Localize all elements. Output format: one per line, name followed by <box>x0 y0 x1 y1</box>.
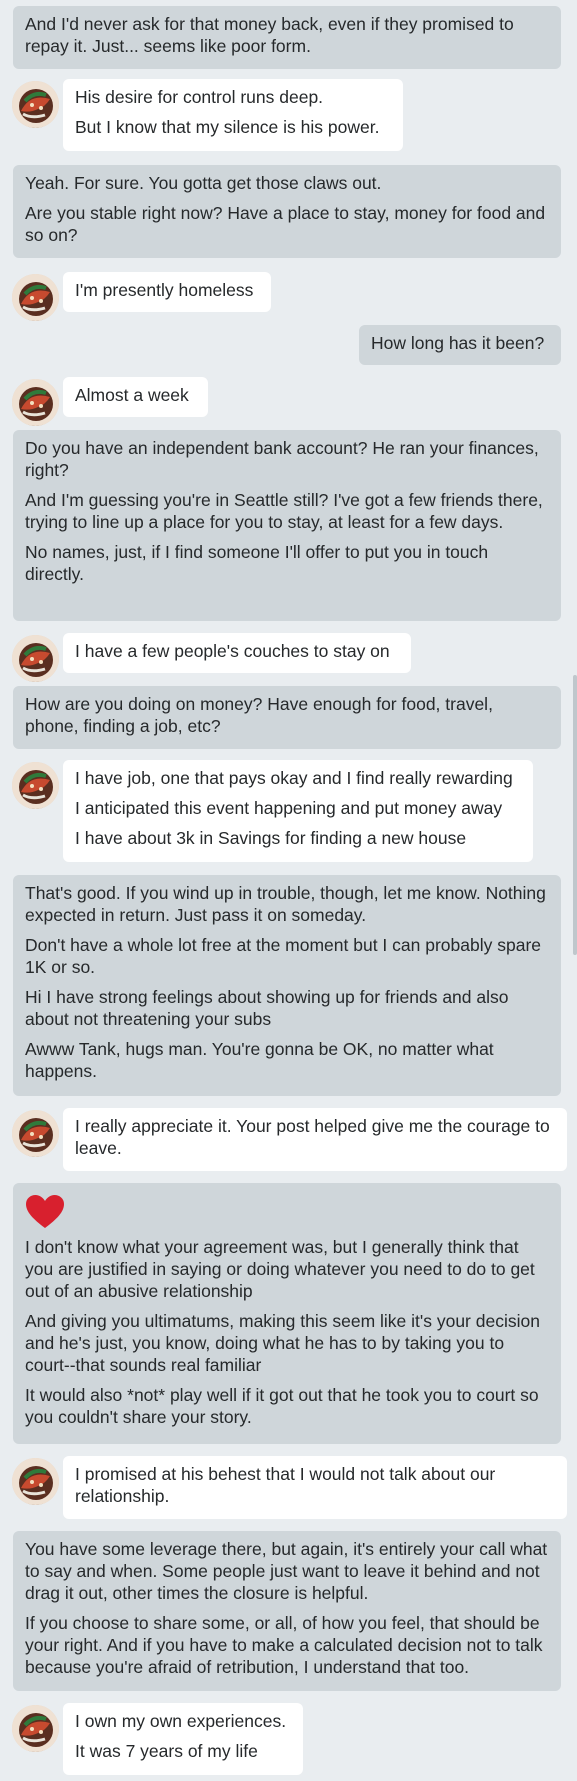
message-text: And giving you ultimatums, making this s… <box>25 1311 540 1375</box>
avatar[interactable] <box>12 635 59 682</box>
avatar[interactable] <box>12 274 59 321</box>
message-text: I have about 3k in Savings for finding a… <box>75 828 467 848</box>
avatar[interactable] <box>12 379 59 426</box>
message-text: I really appreciate it. Your post helped… <box>75 1116 550 1158</box>
message-text: I have a few people's couches to stay on <box>75 641 390 661</box>
message-text: If you choose to share some, or all, of … <box>25 1613 543 1677</box>
message-text: It would also *not* play well if it got … <box>25 1385 539 1427</box>
received-message: Almost a week <box>0 377 577 426</box>
message-text: You have some leverage there, but again,… <box>25 1539 548 1603</box>
sent-message: I don't know what your agreement was, bu… <box>0 1183 577 1444</box>
message-bubble: And I'd never ask for that money back, e… <box>13 6 561 69</box>
message-text: Do you have an independent bank account?… <box>25 438 539 480</box>
avatar[interactable] <box>12 81 59 128</box>
message-bubble: How long has it been? <box>359 325 561 365</box>
message-bubble: You have some leverage there, but again,… <box>13 1531 561 1691</box>
avatar[interactable] <box>12 1705 59 1752</box>
message-text: And I'm guessing you're in Seattle still… <box>25 490 543 532</box>
message-bubble: Almost a week <box>63 377 208 417</box>
message-text: Yeah. For sure. You gotta get those claw… <box>25 173 382 193</box>
message-text: How long has it been? <box>371 333 545 353</box>
message-text: I don't know what your agreement was, bu… <box>25 1237 535 1301</box>
message-text: Are you stable right now? Have a place t… <box>25 203 546 245</box>
scrollbar[interactable] <box>572 0 577 1781</box>
message-text: Awww Tank, hugs man. You're gonna be OK,… <box>25 1039 494 1081</box>
message-text: Almost a week <box>75 385 189 405</box>
message-bubble: I'm presently homeless <box>63 272 271 312</box>
message-bubble: I have a few people's couches to stay on <box>63 633 411 673</box>
message-bubble: That's good. If you wind up in trouble, … <box>13 875 561 1096</box>
received-message: I have job, one that pays okay and I fin… <box>0 760 577 862</box>
message-text: I promised at his behest that I would no… <box>75 1464 496 1506</box>
sent-message: And I'd never ask for that money back, e… <box>0 6 577 69</box>
message-text: No names, just, if I find someone I'll o… <box>25 542 489 584</box>
message-text: Don't have a whole lot free at the momen… <box>25 935 542 977</box>
received-message: I have a few people's couches to stay on <box>0 633 577 682</box>
sent-message: How are you doing on money? Have enough … <box>0 686 577 749</box>
scrollbar-thumb[interactable] <box>573 675 577 955</box>
sent-message: You have some leverage there, but again,… <box>0 1531 577 1691</box>
message-bubble: I have job, one that pays okay and I fin… <box>63 760 533 862</box>
avatar[interactable] <box>12 762 59 809</box>
message-text: Hi I have strong feelings about showing … <box>25 987 509 1029</box>
message-text: I own my own experiences. <box>75 1711 287 1731</box>
message-bubble: I really appreciate it. Your post helped… <box>63 1108 567 1171</box>
message-text: It was 7 years of my life <box>75 1741 258 1761</box>
received-message: I'm presently homeless <box>0 272 577 321</box>
avatar[interactable] <box>12 1110 59 1157</box>
message-text: His desire for control runs deep. <box>75 87 324 107</box>
message-text: That's good. If you wind up in trouble, … <box>25 883 546 925</box>
message-bubble: Yeah. For sure. You gotta get those claw… <box>13 165 561 258</box>
received-message: I really appreciate it. Your post helped… <box>0 1108 577 1171</box>
message-bubble: Do you have an independent bank account?… <box>13 430 561 621</box>
sent-message: Yeah. For sure. You gotta get those claw… <box>0 165 577 258</box>
message-bubble: I promised at his behest that I would no… <box>63 1456 567 1519</box>
message-text: I'm presently homeless <box>75 280 254 300</box>
received-message: I own my own experiences. It was 7 years … <box>0 1703 577 1775</box>
message-text: How are you doing on money? Have enough … <box>25 694 493 736</box>
message-bubble: His desire for control runs deep. But I k… <box>63 79 403 151</box>
message-bubble: I own my own experiences. It was 7 years … <box>63 1703 303 1775</box>
sent-message: That's good. If you wind up in trouble, … <box>0 875 577 1096</box>
message-bubble: I don't know what your agreement was, bu… <box>13 1183 561 1444</box>
message-bubble: How are you doing on money? Have enough … <box>13 686 561 749</box>
message-text: And I'd never ask for that money back, e… <box>25 14 514 56</box>
red-heart-icon <box>25 1194 65 1230</box>
message-text: I anticipated this event happening and p… <box>75 798 503 818</box>
message-text: I have job, one that pays okay and I fin… <box>75 768 513 788</box>
sent-message: Do you have an independent bank account?… <box>0 430 577 621</box>
received-message: His desire for control runs deep. But I k… <box>0 79 577 151</box>
message-text: But I know that my silence is his power. <box>75 117 380 137</box>
sent-message: How long has it been? <box>0 325 577 365</box>
received-message: I promised at his behest that I would no… <box>0 1456 577 1519</box>
avatar[interactable] <box>12 1458 59 1505</box>
